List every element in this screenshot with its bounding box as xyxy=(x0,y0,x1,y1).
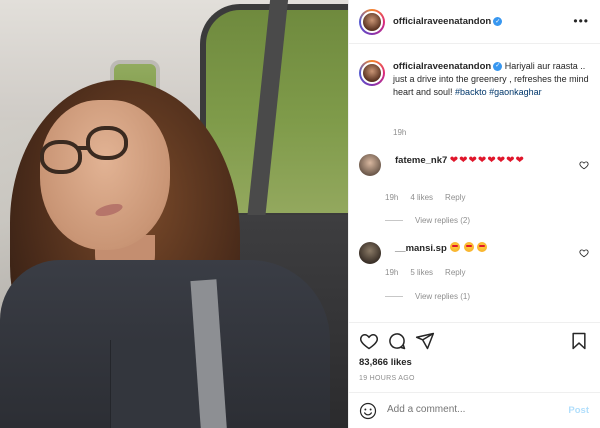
caption-text: officialraveenatandon ✓ Hariyali aur raas… xyxy=(393,60,589,99)
view-replies-label: View replies (2) xyxy=(415,216,470,225)
emoji-picker-icon[interactable] xyxy=(359,402,377,420)
caption: officialraveenatandon ✓ Hariyali aur raas… xyxy=(359,60,591,99)
post-side-panel: officialraveenatandon ✓ ••• officialrave… xyxy=(348,0,600,428)
comment-hearts: ❤❤❤❤❤❤❤❤ xyxy=(449,155,525,166)
bookmark-icon[interactable] xyxy=(569,331,589,351)
comment-avatar[interactable] xyxy=(359,154,381,176)
hashtag-link[interactable]: #backto xyxy=(455,87,487,97)
caption-avatar[interactable] xyxy=(359,60,385,86)
share-icon[interactable] xyxy=(415,331,435,351)
comment-avatar[interactable] xyxy=(359,242,381,264)
post-photo[interactable] xyxy=(0,0,348,428)
glasses-right-lens xyxy=(86,126,128,160)
add-comment-bar: Post xyxy=(349,392,600,428)
verified-badge-icon: ✓ xyxy=(493,62,503,72)
header-username[interactable]: officialraveenatandon xyxy=(393,16,491,27)
shirt-pocket xyxy=(110,340,200,428)
heart-eyes-emoji-icon xyxy=(463,242,474,252)
post-button[interactable]: Post xyxy=(568,405,589,416)
heart-eyes-emoji-icon xyxy=(450,242,461,252)
post-actions: 83,866 likes 19 HOURS AGO xyxy=(349,322,600,382)
heart-eyes-emoji-icon xyxy=(477,242,488,252)
comment-icon[interactable] xyxy=(387,331,407,351)
avatar[interactable] xyxy=(359,8,385,35)
comment-item: fateme_nk7 ❤❤❤❤❤❤❤❤ xyxy=(359,154,591,176)
comment-text: __mansi.sp xyxy=(395,242,563,264)
reply-button[interactable]: Reply xyxy=(445,193,465,202)
glasses-left-lens xyxy=(40,140,82,174)
divider xyxy=(385,296,403,297)
caption-username[interactable]: officialraveenatandon xyxy=(393,61,491,72)
comment-meta: 19h 5 likes Reply xyxy=(385,268,466,277)
hashtag-link[interactable]: #gaonkaghar xyxy=(489,87,542,97)
comment-likes[interactable]: 4 likes xyxy=(410,193,433,202)
glasses-bridge xyxy=(78,146,90,150)
comment-text: fateme_nk7 ❤❤❤❤❤❤❤❤ xyxy=(395,154,563,176)
heart-outline-icon[interactable] xyxy=(359,331,379,351)
comment-time[interactable]: 19h xyxy=(385,193,398,202)
like-comment-heart-icon[interactable] xyxy=(579,248,589,258)
posted-time[interactable]: 19 HOURS AGO xyxy=(359,375,415,382)
likes-count[interactable]: 83,866 likes xyxy=(359,357,412,368)
comment-username[interactable]: fateme_nk7 xyxy=(395,155,447,166)
more-horizontal-icon[interactable]: ••• xyxy=(573,14,589,28)
view-replies-button[interactable]: View replies (1) xyxy=(385,292,470,301)
reply-button[interactable]: Reply xyxy=(445,268,465,277)
instagram-post: officialraveenatandon ✓ ••• officialrave… xyxy=(0,0,600,428)
caption-time[interactable]: 19h xyxy=(393,128,406,137)
verified-badge-icon: ✓ xyxy=(493,17,503,26)
comment-username[interactable]: __mansi.sp xyxy=(395,243,447,254)
comments-scroll-area[interactable]: officialraveenatandon ✓ Hariyali aur raas… xyxy=(349,44,600,322)
face xyxy=(40,100,170,250)
comment-likes[interactable]: 5 likes xyxy=(410,268,433,277)
comment-time[interactable]: 19h xyxy=(385,268,398,277)
comment-emojis xyxy=(449,242,488,253)
post-header: officialraveenatandon ✓ ••• xyxy=(349,0,600,44)
comment-meta: 19h 4 likes Reply xyxy=(385,193,466,202)
like-comment-heart-icon[interactable] xyxy=(579,160,589,170)
view-replies-button[interactable]: View replies (2) xyxy=(385,216,470,225)
comment-item: __mansi.sp xyxy=(359,242,591,264)
divider xyxy=(385,220,403,221)
comment-input[interactable] xyxy=(387,404,547,415)
view-replies-label: View replies (1) xyxy=(415,292,470,301)
